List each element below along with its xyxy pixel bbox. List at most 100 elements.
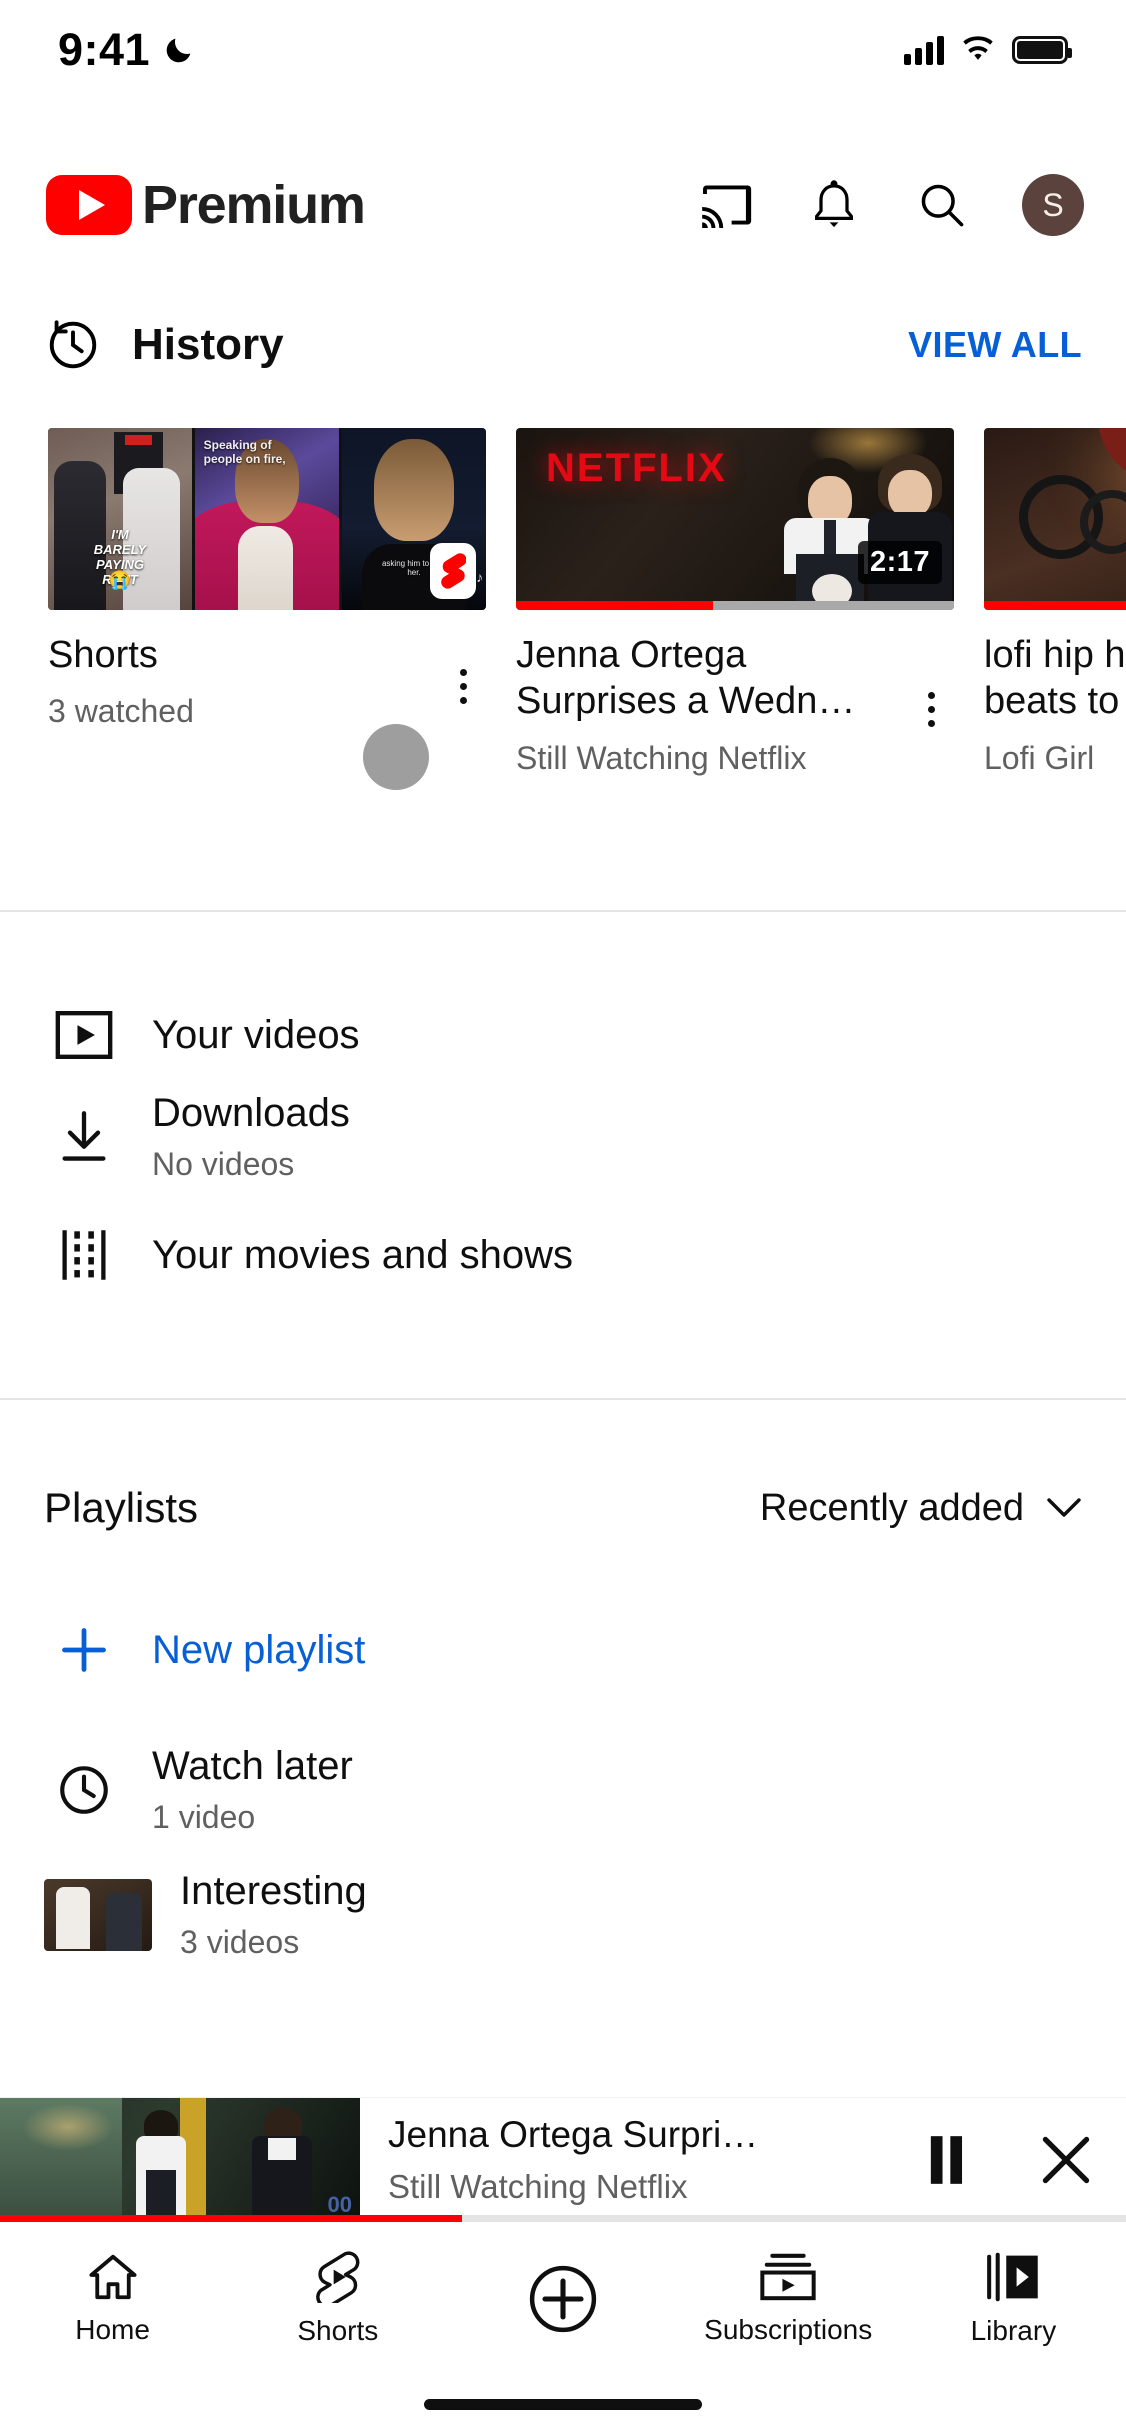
nav-label-home: Home [75, 2314, 150, 2345]
library-item-text: Downloads No videos [152, 1090, 350, 1183]
nav-item-create[interactable] [450, 2263, 675, 2335]
nav-item-library[interactable]: Library [901, 2251, 1126, 2347]
shorts-badge-icon [429, 543, 476, 600]
subscriptions-icon [760, 2253, 816, 2301]
nav-item-subscriptions[interactable]: Subscriptions [676, 2252, 901, 2346]
youtube-logo-icon [46, 175, 132, 235]
video-card-title: Jenna Ortega Surprises a Wedn… [516, 634, 856, 723]
kebab-menu-icon[interactable] [908, 632, 954, 777]
person-figure-1 [130, 2110, 192, 2220]
library-item-downloads[interactable]: Downloads No videos [0, 1090, 1126, 1183]
youtube-library-screen: 9:41 Premium S History VIEW ALL I'M BARE… [0, 0, 1126, 2436]
video-card-body: Jenna Ortega Surprises a Wedn… Still Wat… [516, 632, 954, 777]
avatar-initial: S [1042, 186, 1064, 223]
netflix-sign-text: NETFLIX [546, 446, 727, 490]
search-icon[interactable] [914, 177, 970, 233]
watch-progress-bar [516, 601, 954, 610]
playlist-row-watch-later[interactable]: Watch later 1 video [0, 1740, 1126, 1840]
app-bar-actions: S [698, 174, 1084, 236]
crying-emoji: 😭 [108, 569, 132, 590]
pause-icon[interactable] [886, 2098, 1006, 2222]
nav-item-home[interactable]: Home [0, 2252, 225, 2346]
watch-progress-bar [984, 601, 1126, 610]
cast-icon[interactable] [698, 177, 754, 233]
nav-label-shorts: Shorts [297, 2315, 379, 2346]
mini-player-info[interactable]: Jenna Ortega Surpri… Still Watching Netf… [360, 2114, 886, 2206]
shorts-panel-3: asking him to love her. ♪ [342, 428, 486, 610]
playlists-sort-dropdown[interactable]: Recently added [760, 1487, 1082, 1530]
section-divider [0, 910, 1126, 912]
shorts-icon [315, 2251, 360, 2303]
playlists-heading: Playlists [44, 1484, 199, 1531]
moon-icon [166, 38, 191, 63]
playlists-header: Playlists Recently added [0, 1468, 1126, 1548]
history-card-video-2[interactable]: lofi hip hop radio – beats to relax/stud… [984, 428, 1126, 848]
new-playlist-button[interactable]: New playlist [0, 1610, 1126, 1690]
clock-icon [44, 1761, 124, 1819]
tiktok-watermark-icon: ♪ [476, 568, 484, 585]
hanging-lamp [1097, 428, 1126, 484]
status-bar: 9:41 [0, 0, 1126, 100]
person-figure-2 [250, 2108, 314, 2222]
video-card-channel: Lofi Girl [984, 739, 1095, 776]
history-card-shorts[interactable]: I'M BARELY PAYING RENT 😭 Speaking of peo… [48, 428, 486, 848]
brand-label: Premium [142, 175, 366, 235]
playlist-row-text: Watch later 1 video [152, 1744, 353, 1836]
video-duration-badge: 2:17 [857, 541, 942, 584]
status-bar-left: 9:41 [58, 24, 196, 76]
history-shelf[interactable]: I'M BARELY PAYING RENT 😭 Speaking of peo… [0, 428, 1126, 848]
close-icon[interactable] [1006, 2098, 1126, 2222]
person-figure-1 [782, 458, 878, 610]
shorts-card-title: Shorts [48, 634, 158, 676]
history-card-video-1[interactable]: NETFLIX 2:17 Jenna Ortega Surprises a We… [516, 428, 954, 848]
library-item-text: Your videos [152, 1012, 360, 1058]
playlist-title: Watch later [152, 1744, 353, 1788]
youtube-premium-logo[interactable]: Premium [46, 174, 366, 236]
nav-item-shorts[interactable]: Shorts [225, 2251, 450, 2347]
touch-indicator [363, 724, 429, 790]
shorts-panel-1: I'M BARELY PAYING RENT 😭 [48, 428, 192, 610]
section-divider [0, 1398, 1126, 1400]
mini-player[interactable]: 00 Jenna Ortega Surpri… Still Watching N… [0, 2098, 1126, 2222]
battery-icon [1012, 36, 1072, 64]
chevron-down-icon [1047, 1498, 1081, 1517]
status-time: 9:41 [58, 24, 151, 75]
view-all-button[interactable]: VIEW ALL [908, 324, 1082, 366]
history-title: History [132, 320, 284, 369]
video-card-channel: Still Watching Netflix [516, 739, 807, 776]
new-playlist-label: New playlist [152, 1627, 366, 1672]
video-card-text: Jenna Ortega Surprises a Wedn… Still Wat… [516, 632, 908, 777]
library-item-label: Your videos [152, 1013, 360, 1057]
mini-player-progress-bar[interactable] [0, 2215, 1126, 2222]
status-bar-right [904, 35, 1072, 65]
library-item-your-videos[interactable]: Your videos [0, 1000, 1126, 1070]
video-thumbnail[interactable] [984, 428, 1126, 610]
home-indicator [424, 2399, 702, 2410]
kebab-menu-icon[interactable] [440, 632, 486, 731]
wifi-icon [963, 36, 993, 60]
avatar[interactable]: S [1022, 174, 1084, 236]
ceiling-light [21, 2102, 114, 2151]
library-item-sublabel: No videos [152, 1146, 295, 1182]
bottom-navigation-bar: Home Shorts Subscriptions Library [0, 2222, 1126, 2376]
shorts-card-subtitle: 3 watched [48, 693, 194, 730]
video-thumbnail[interactable]: NETFLIX 2:17 [516, 428, 954, 610]
nav-label-library: Library [970, 2315, 1057, 2346]
playlist-subtitle: 1 video [152, 1799, 256, 1835]
shorts-collage-thumbnail[interactable]: I'M BARELY PAYING RENT 😭 Speaking of peo… [48, 428, 486, 610]
home-icon [89, 2254, 137, 2300]
bell-icon[interactable] [806, 177, 862, 233]
history-header-left[interactable]: History [44, 316, 284, 374]
cellular-signal-icon [904, 35, 944, 65]
mini-player-title: Jenna Ortega Surpri… [388, 2114, 759, 2155]
library-icon [987, 2252, 1039, 2302]
mini-player-channel: Still Watching Netflix [388, 2168, 688, 2205]
playlist-row-interesting[interactable]: Interesting 3 videos [0, 1860, 1126, 1970]
playlist-thumbnail [44, 1879, 152, 1951]
library-item-text: Your movies and shows [152, 1232, 573, 1278]
library-item-your-movies-and-shows[interactable]: Your movies and shows [0, 1220, 1126, 1290]
history-clock-icon [49, 320, 97, 369]
your-videos-icon [44, 1000, 124, 1070]
mini-player-thumbnail[interactable]: 00 [0, 2098, 360, 2222]
history-header: History VIEW ALL [0, 300, 1126, 390]
